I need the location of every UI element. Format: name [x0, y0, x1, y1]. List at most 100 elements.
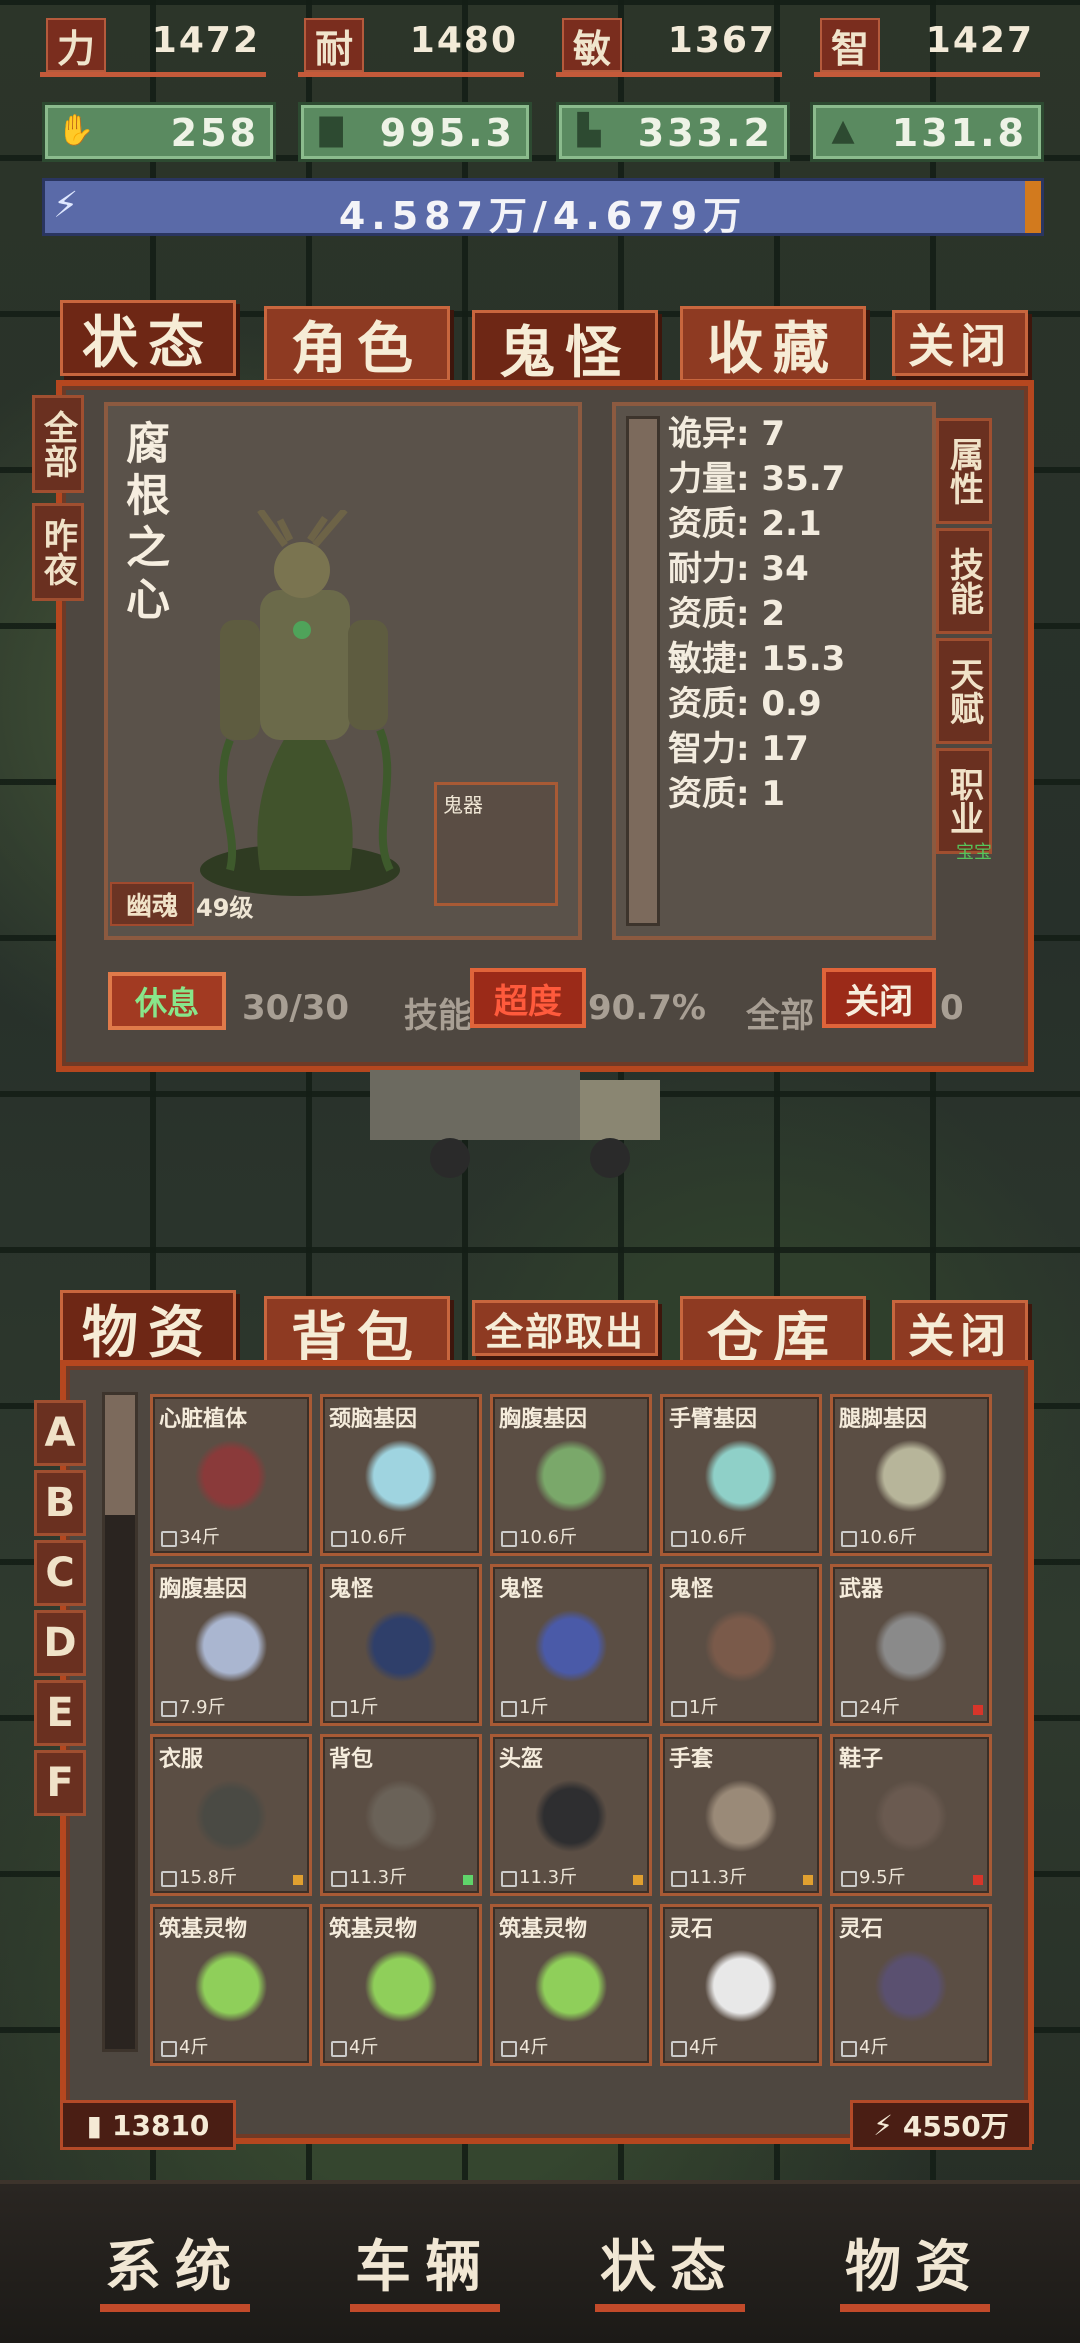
nav-status[interactable]: 状态 [595, 2222, 745, 2312]
lock-icon [331, 1531, 347, 1547]
inventory-item[interactable]: 武器 24斤 [830, 1564, 992, 1726]
panel-close-button[interactable]: 关闭 [822, 968, 936, 1028]
item-weight: 1斤 [689, 1697, 719, 1718]
inventory-close-button[interactable]: 关闭 [892, 1300, 1028, 1366]
item-weight: 10.6斤 [519, 1527, 578, 1548]
inventory-item[interactable]: 筑基灵物 4斤 [150, 1904, 312, 2066]
row-tab-f[interactable]: F [34, 1750, 86, 1816]
all-label: 全部 [746, 996, 814, 1036]
item-weight: 9.5斤 [859, 1867, 906, 1888]
shirt-icon: ▇ [319, 113, 343, 148]
inventory-item[interactable]: 鬼怪 1斤 [660, 1564, 822, 1726]
item-name: 灵石 [839, 1917, 884, 1942]
inventory-item[interactable]: 背包 11.3斤 [320, 1734, 482, 1896]
tab-hidden[interactable]: 昨夜 [32, 503, 84, 601]
tree-monster-portrait [200, 510, 400, 896]
item-icon [871, 1771, 951, 1861]
rest-button[interactable]: 休息 [108, 972, 226, 1030]
helmet-icon: ▲ [831, 113, 855, 148]
item-weight: 15.8斤 [179, 1867, 238, 1888]
row-tab-d[interactable]: D [34, 1610, 86, 1676]
inventory-item[interactable]: 头盔 11.3斤 [490, 1734, 652, 1896]
inventory-item[interactable]: 鞋子 9.5斤 [830, 1734, 992, 1896]
inventory-item[interactable]: 灵石 4斤 [660, 1904, 822, 2066]
lock-icon [501, 1871, 517, 1887]
tab-ghost[interactable]: 鬼怪 [472, 310, 658, 386]
item-weight: 7.9斤 [179, 1697, 226, 1718]
item-name: 筑基灵物 [159, 1917, 248, 1942]
inventory-item[interactable]: 衣服 15.8斤 [150, 1734, 312, 1896]
lock-icon [331, 1871, 347, 1887]
nav-vehicle[interactable]: 车辆 [350, 2222, 500, 2312]
inventory-item[interactable]: 胸腹基因 10.6斤 [490, 1394, 652, 1556]
equip-value: 333.2 [637, 111, 773, 155]
inventory-item[interactable]: 灵石 4斤 [830, 1904, 992, 2066]
item-name: 衣服 [159, 1747, 204, 1772]
energy-text: 4.587万/4.679万 [338, 194, 748, 238]
item-name: 筑基灵物 [499, 1917, 588, 1942]
item-name: 鬼怪 [329, 1577, 374, 1602]
nav-goods[interactable]: 物资 [840, 2222, 990, 2312]
lock-icon [161, 1871, 177, 1887]
item-weight: 10.6斤 [349, 1527, 408, 1548]
stat-strength: 力 1472 [40, 14, 266, 77]
inventory-scrollbar[interactable] [102, 1392, 138, 2052]
attribute-row: 力量: 35.7 [668, 459, 846, 499]
inventory-item[interactable]: 筑基灵物 4斤 [490, 1904, 652, 2066]
equip-head: ▲ 131.8 [810, 102, 1044, 162]
row-tab-b[interactable]: B [34, 1470, 86, 1536]
attribute-row: 资质: 2 [668, 594, 786, 634]
item-icon [361, 1941, 441, 2031]
tab-attributes[interactable]: 属性 [936, 418, 992, 524]
lightning-icon: ⚡ [873, 2108, 893, 2142]
weight-icon: ▮ [86, 2108, 102, 2142]
item-name: 筑基灵物 [329, 1917, 418, 1942]
nav-system[interactable]: 系统 [100, 2222, 250, 2312]
item-icon [701, 1771, 781, 1861]
item-weight: 24斤 [859, 1697, 900, 1718]
rarity-tag [463, 1875, 473, 1885]
ghost-weapon-slot[interactable]: 鬼器 [434, 782, 558, 906]
close-button[interactable]: 关闭 [892, 310, 1028, 376]
row-tab-c[interactable]: C [34, 1540, 86, 1606]
take-all-button[interactable]: 全部取出 [472, 1300, 658, 1356]
inventory-item[interactable]: 筑基灵物 4斤 [320, 1904, 482, 2066]
tab-skills[interactable]: 技能 [936, 528, 992, 634]
item-name: 武器 [839, 1577, 884, 1602]
attribute-scrollbar[interactable] [626, 416, 660, 926]
rarity-tag [803, 1875, 813, 1885]
inventory-item[interactable]: 胸腹基因 7.9斤 [150, 1564, 312, 1726]
item-icon [531, 1431, 611, 1521]
inventory-item[interactable]: 颈脑基因 10.6斤 [320, 1394, 482, 1556]
inventory-item[interactable]: 鬼怪 1斤 [490, 1564, 652, 1726]
row-tab-e[interactable]: E [34, 1680, 86, 1746]
row-tab-a[interactable]: A [34, 1400, 86, 1466]
tab-all[interactable]: 全部 [32, 395, 84, 493]
tab-role[interactable]: 角色 [264, 306, 450, 382]
item-icon [361, 1431, 441, 1521]
attribute-row: 资质: 2.1 [668, 504, 822, 544]
equip-hand: ✋ 258 [42, 102, 276, 162]
tab-collect[interactable]: 收藏 [680, 306, 866, 382]
hand-icon: ✋ [57, 113, 95, 148]
inventory-item[interactable]: 心脏植体 34斤 [150, 1394, 312, 1556]
stat-intelligence: 智 1427 [814, 14, 1040, 77]
weight-value: 13810 [112, 2108, 210, 2142]
item-name: 头盔 [499, 1747, 544, 1772]
inventory-item[interactable]: 鬼怪 1斤 [320, 1564, 482, 1726]
inventory-item[interactable]: 腿脚基因 10.6斤 [830, 1394, 992, 1556]
lock-icon [671, 1701, 687, 1717]
inventory-item[interactable]: 手臂基因 10.6斤 [660, 1394, 822, 1556]
tab-goods[interactable]: 物资 [60, 1290, 236, 1366]
inventory-item[interactable]: 手套 11.3斤 [660, 1734, 822, 1896]
attribute-row: 智力: 17 [668, 729, 809, 769]
attribute-row: 敏捷: 15.3 [668, 639, 846, 679]
lock-icon [841, 1701, 857, 1717]
exorcise-button[interactable]: 超度 [470, 968, 586, 1028]
item-icon [361, 1601, 441, 1691]
item-weight: 11.3斤 [519, 1867, 578, 1888]
rarity-tag [973, 1705, 983, 1715]
tab-status[interactable]: 状态 [60, 300, 236, 376]
lock-icon [331, 1701, 347, 1717]
tab-talent[interactable]: 天赋 [936, 638, 992, 744]
